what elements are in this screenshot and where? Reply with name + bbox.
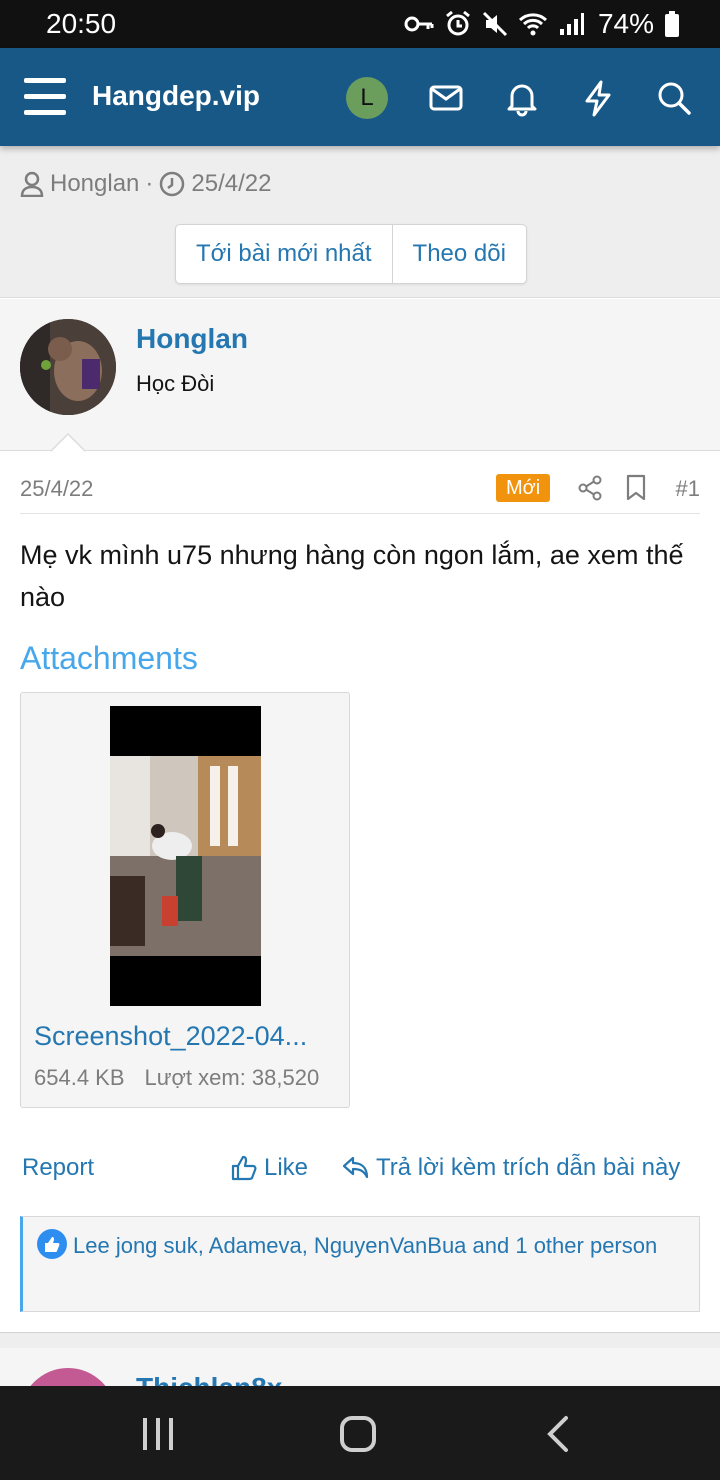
attachment-views: Lượt xem: 38,520 [144,1065,320,1090]
watch-button[interactable]: Theo dõi [391,225,526,283]
thread-title-cut [20,146,320,152]
newest-post-button[interactable]: Tới bài mới nhất [176,225,392,283]
post-date[interactable]: 25/4/22 [20,476,93,502]
signal-icon [559,13,584,35]
site-brand[interactable]: Hangdep.vip [92,80,260,112]
thumbs-up-icon [231,1155,257,1181]
attachments-title: Attachments [20,640,198,676]
post-actions: Report Like Trả lời kèm trích dẫn bài nà… [22,1152,702,1188]
post-username[interactable]: Honglan [136,323,248,355]
app-header: Hangdep.vip L [0,48,720,146]
clock-icon [160,171,185,197]
post-user-title: Học Đòi [136,371,215,396]
reply-icon [342,1156,369,1179]
user-avatar-button[interactable]: L [346,77,388,119]
meta-separator: · [145,170,154,197]
thread-info: Honglan · 25/4/22 Tới bài mới nhất Theo … [0,146,720,298]
thread-meta: Honglan · 25/4/22 [20,170,271,198]
battery-percent: 74% [597,8,654,39]
quote-reply-label: Trả lời kèm trích dẫn bài này [376,1154,681,1181]
status-bar: 20:50 74% [0,0,720,48]
attachment-size: 654.4 KB [34,1065,125,1090]
bell-icon[interactable] [502,78,542,118]
key-icon [404,16,434,32]
user-arrow [50,433,86,453]
attachment-thumbnail[interactable] [110,706,261,1006]
bolt-icon[interactable] [578,78,618,118]
next-post-avatar[interactable] [20,1368,116,1388]
back-icon[interactable] [544,1414,574,1459]
alarm-icon [446,10,470,36]
battery-icon [665,11,679,37]
bookmark-icon[interactable] [624,474,648,507]
attachment-card[interactable]: Screenshot_2022-04... 654.4 KB Lượt xem: … [20,692,350,1108]
post-body: Mẹ vk mình u75 nhưng hàng còn ngon lắm, … [20,540,684,612]
system-nav-bar [0,1386,720,1480]
mail-icon[interactable] [426,78,466,118]
thread-author[interactable]: Honglan [50,170,139,198]
post-header: 25/4/22 Mới #1 [20,472,700,514]
status-icons: 74% [404,8,680,40]
thread-date[interactable]: 25/4/22 [191,170,271,198]
mute-icon [482,11,508,37]
menu-icon[interactable] [24,78,66,116]
reactions-bar[interactable]: Lee jong suk, Adameva, NguyenVanBua and … [20,1216,700,1312]
search-icon[interactable] [654,78,694,118]
like-reaction-icon [37,1229,67,1260]
recents-icon[interactable] [140,1414,176,1459]
post-user-avatar[interactable] [20,319,116,415]
like-button[interactable]: Like [230,1154,308,1182]
new-badge: Mới [496,474,551,502]
home-icon[interactable] [338,1414,378,1459]
next-post-user-block: Thichlan8x [0,1348,720,1388]
report-link[interactable]: Report [22,1154,94,1182]
like-label: Like [264,1154,309,1181]
post-divider [0,1332,720,1348]
status-time: 20:50 [46,8,117,39]
post-user-block: Honglan Học Đòi [0,299,720,451]
quote-reply-button[interactable]: Trả lời kèm trích dẫn bài này [342,1154,680,1182]
share-icon[interactable] [576,474,604,507]
reactions-text[interactable]: Lee jong suk, Adameva, NguyenVanBua and … [73,1233,657,1258]
attachment-meta: 654.4 KB Lượt xem: 38,520 [34,1065,319,1091]
attachment-name[interactable]: Screenshot_2022-04... [34,1021,334,1052]
wifi-icon [518,13,547,36]
post-number[interactable]: #1 [676,476,700,502]
user-icon [20,171,44,197]
thread-button-group: Tới bài mới nhất Theo dõi [175,224,527,284]
post-main: 25/4/22 Mới #1 Mẹ vk mình u75 nhưng hàng… [0,452,720,1332]
